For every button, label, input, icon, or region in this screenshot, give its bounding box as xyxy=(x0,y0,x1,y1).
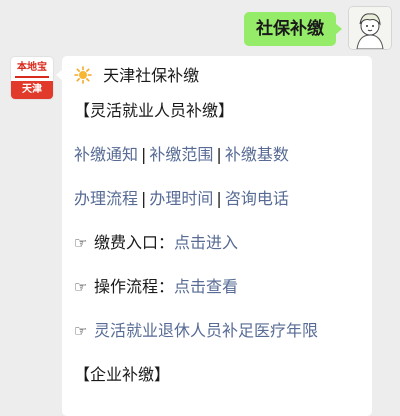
link-scope[interactable]: 补缴范围 xyxy=(149,145,213,164)
payment-label: 缴费入口： xyxy=(94,233,175,252)
pointing-hand-icon: ☞ xyxy=(74,234,88,252)
payment-entry-line: ☞ 缴费入口：点击进入 xyxy=(74,232,360,254)
user-avatar[interactable] xyxy=(348,6,392,50)
section-heading-flexible: 【灵活就业人员补缴】 xyxy=(74,101,235,120)
cartoon-avatar-icon xyxy=(349,7,391,49)
link-row-1: 补缴通知 | 补缴范围 | 补缴基数 xyxy=(74,144,360,166)
message-title: 天津社保补缴 xyxy=(103,66,200,85)
incoming-message-bubble: 天津社保补缴 【灵活就业人员补缴】 补缴通知 | 补缴范围 | 补缴基数 办理流程 | 办理… xyxy=(56,56,372,416)
link-phone[interactable]: 咨询电话 xyxy=(225,189,289,208)
payment-link[interactable]: 点击进入 xyxy=(174,233,238,252)
outgoing-message-bubble[interactable]: 社保补缴 xyxy=(244,12,342,46)
retiree-link[interactable]: 灵活就业退休人员补足医疗年限 xyxy=(94,321,318,340)
bendibao-logo-text: 本地宝 xyxy=(11,57,53,81)
section-heading-enterprise: 【企业补缴】 xyxy=(74,365,171,384)
process-link[interactable]: 点击查看 xyxy=(174,277,238,296)
retiree-line: ☞ 灵活就业退休人员补足医疗年限 xyxy=(74,320,360,342)
pointing-hand-icon: ☞ xyxy=(74,278,88,296)
bot-avatar[interactable]: 本地宝 天津 xyxy=(10,56,54,100)
separator: | xyxy=(141,189,147,208)
link-row-2: 办理流程 | 办理时间 | 咨询电话 xyxy=(74,188,360,210)
sun-icon xyxy=(74,66,92,84)
link-hours[interactable]: 办理时间 xyxy=(149,189,213,208)
pointing-hand-icon: ☞ xyxy=(74,322,88,340)
link-base[interactable]: 补缴基数 xyxy=(225,145,289,164)
operation-process-line: ☞ 操作流程：点击查看 xyxy=(74,276,360,298)
separator: | xyxy=(216,145,222,164)
separator: | xyxy=(141,145,147,164)
process-label: 操作流程： xyxy=(94,277,175,296)
message-title-line: 天津社保补缴 xyxy=(74,64,360,88)
city-badge: 天津 xyxy=(11,81,53,99)
separator: | xyxy=(216,189,222,208)
link-process[interactable]: 办理流程 xyxy=(74,189,138,208)
link-notice[interactable]: 补缴通知 xyxy=(74,145,138,164)
